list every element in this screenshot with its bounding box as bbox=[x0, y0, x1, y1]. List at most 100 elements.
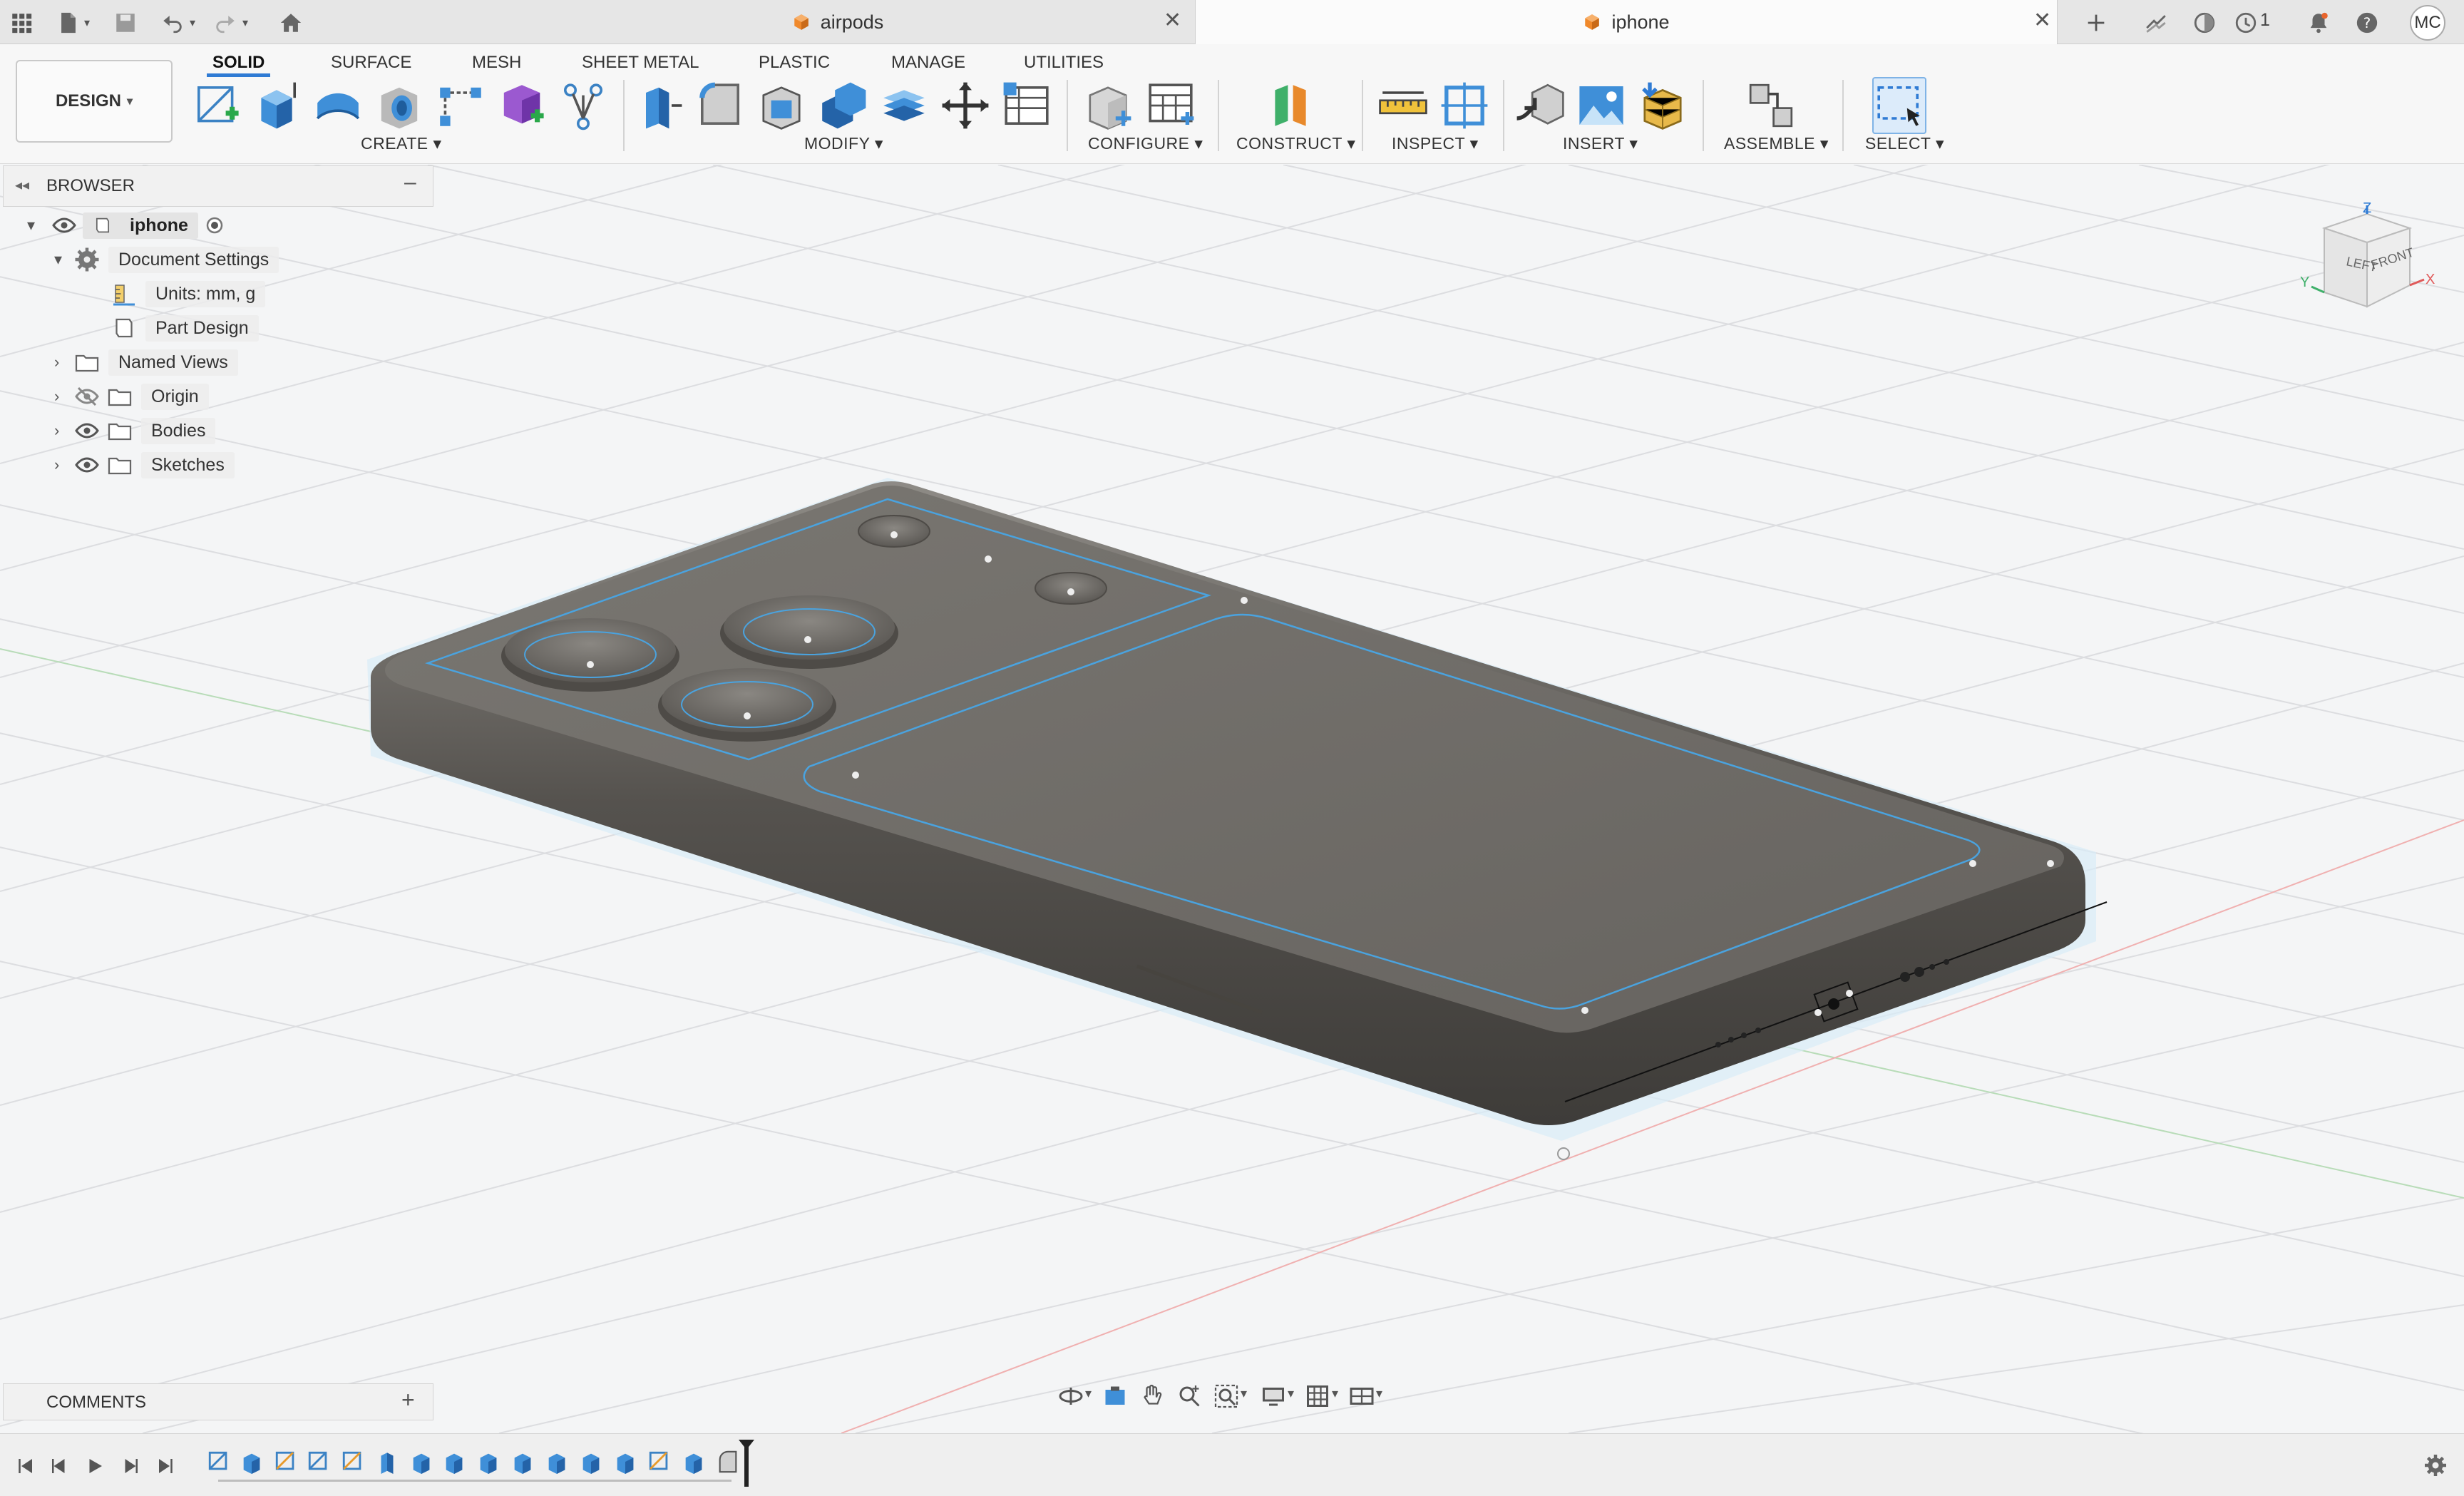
step-back-icon[interactable] bbox=[48, 1455, 70, 1477]
revolve-tool[interactable] bbox=[311, 77, 365, 134]
timeline-extrude-feature-icon[interactable] bbox=[682, 1450, 706, 1474]
assemble-group-label[interactable]: ASSEMBLE ▾ bbox=[1724, 134, 1829, 153]
create-sketch-tool[interactable] bbox=[190, 77, 244, 134]
home-icon[interactable] bbox=[277, 9, 305, 37]
timeline-extrude-feature-icon[interactable] bbox=[579, 1450, 603, 1474]
play-icon[interactable] bbox=[84, 1455, 106, 1477]
configure-tool[interactable] bbox=[1081, 77, 1135, 134]
zoom-caret-icon[interactable]: ▾ bbox=[1241, 1386, 1247, 1401]
tab-utilities[interactable]: UTILITIES bbox=[1018, 48, 1109, 77]
chevron-down-icon[interactable]: ▾ bbox=[27, 216, 46, 235]
configuration-table-tool[interactable] bbox=[1144, 77, 1198, 134]
timeline-settings-gear-icon[interactable] bbox=[2423, 1453, 2448, 1478]
online-status-icon[interactable] bbox=[2190, 9, 2219, 37]
new-tab-plus-icon[interactable] bbox=[2082, 9, 2110, 37]
timeline-extrude-feature-icon[interactable] bbox=[409, 1450, 433, 1474]
section-analysis-tool[interactable] bbox=[1437, 77, 1492, 134]
timeline-sketch-feature-icon[interactable] bbox=[341, 1450, 365, 1474]
inspect-group-label[interactable]: INSPECT ▾ bbox=[1392, 134, 1479, 153]
configure-group-label[interactable]: CONFIGURE ▾ bbox=[1088, 134, 1203, 153]
viewports-caret-icon[interactable]: ▾ bbox=[1376, 1386, 1382, 1401]
combine-tool[interactable] bbox=[816, 77, 870, 134]
add-comment-plus-icon[interactable]: + bbox=[401, 1387, 415, 1413]
modify-group-label[interactable]: MODIFY ▾ bbox=[804, 134, 883, 153]
step-forward-icon[interactable] bbox=[120, 1455, 141, 1477]
change-parameters-tool[interactable] bbox=[1000, 77, 1054, 134]
tree-document-settings[interactable]: ▾ Document Settings bbox=[54, 244, 279, 275]
timeline-extrude-feature-icon[interactable] bbox=[442, 1450, 466, 1474]
bell-icon[interactable] bbox=[2304, 9, 2333, 37]
press-pull-tool[interactable] bbox=[632, 77, 686, 134]
move-copy-tool[interactable] bbox=[938, 77, 992, 134]
timeline-press-pull-feature-icon[interactable] bbox=[375, 1450, 399, 1474]
timeline-extrude-feature-icon[interactable] bbox=[510, 1450, 535, 1474]
timeline-marker-head[interactable] bbox=[739, 1440, 754, 1450]
tree-origin[interactable]: › Origin bbox=[54, 381, 209, 412]
tab-surface[interactable]: SURFACE bbox=[325, 48, 417, 77]
look-at-icon[interactable] bbox=[1102, 1383, 1128, 1409]
document-tab-airpods[interactable]: airpods bbox=[485, 0, 1191, 44]
workspace-switcher-button[interactable]: DESIGN ▾ bbox=[16, 60, 173, 143]
timeline-sketch-feature-icon[interactable] bbox=[307, 1450, 331, 1474]
close-tab-airpods-icon[interactable]: ✕ bbox=[1164, 10, 1181, 31]
construct-group-label[interactable]: CONSTRUCT ▾ bbox=[1236, 134, 1355, 153]
timeline-extrude-feature-icon[interactable] bbox=[613, 1450, 637, 1474]
eye-icon[interactable] bbox=[51, 212, 77, 238]
zoom-icon[interactable] bbox=[1176, 1383, 1202, 1409]
eye-icon[interactable] bbox=[74, 452, 100, 478]
document-tab-iphone[interactable]: iphone bbox=[1195, 0, 2058, 44]
zoom-window-icon[interactable] bbox=[1213, 1383, 1239, 1409]
file-icon[interactable] bbox=[54, 9, 83, 37]
timeline-sketch-feature-icon[interactable] bbox=[274, 1450, 298, 1474]
undo-caret-icon[interactable]: ▾ bbox=[190, 16, 195, 30]
select-group-label[interactable]: SELECT ▾ bbox=[1865, 134, 1944, 153]
redo-icon[interactable] bbox=[211, 9, 240, 37]
grid-caret-icon[interactable]: ▾ bbox=[1332, 1386, 1338, 1401]
tab-plastic[interactable]: PLASTIC bbox=[753, 48, 836, 77]
job-status-icon[interactable] bbox=[2232, 9, 2260, 37]
tree-named-views[interactable]: › Named Views bbox=[54, 347, 238, 378]
close-tab-iphone-icon[interactable]: ✕ bbox=[2033, 10, 2051, 31]
chevron-right-icon[interactable]: › bbox=[54, 456, 73, 474]
insert-canvas-tool[interactable] bbox=[1574, 77, 1628, 134]
help-icon[interactable]: ? bbox=[2353, 9, 2381, 37]
insert-mesh-tool[interactable] bbox=[1636, 77, 1690, 134]
activate-radio-icon[interactable] bbox=[204, 215, 225, 236]
collapse-panel-icon[interactable]: ◂◂ bbox=[15, 176, 29, 194]
chevron-right-icon[interactable]: › bbox=[54, 387, 73, 406]
tab-mesh[interactable]: MESH bbox=[466, 48, 527, 77]
create-group-label[interactable]: CREATE ▾ bbox=[361, 134, 442, 153]
eye-icon[interactable] bbox=[74, 418, 100, 444]
timeline-marker[interactable] bbox=[744, 1444, 749, 1487]
timeline-extrude-feature-icon[interactable] bbox=[240, 1450, 264, 1474]
display-caret-icon[interactable]: ▾ bbox=[1288, 1386, 1294, 1401]
orbit-caret-icon[interactable]: ▾ bbox=[1085, 1386, 1092, 1401]
tab-sheet-metal[interactable]: SHEET METAL bbox=[576, 48, 704, 77]
tree-root-iphone[interactable]: ▾ iphone bbox=[27, 210, 225, 241]
chevron-right-icon[interactable]: › bbox=[54, 353, 73, 372]
construct-plane-tool[interactable] bbox=[1263, 77, 1318, 134]
extensions-icon[interactable] bbox=[2142, 9, 2170, 37]
tree-part-design[interactable]: Part Design bbox=[111, 312, 259, 344]
grid-settings-icon[interactable] bbox=[1305, 1383, 1330, 1409]
redo-caret-icon[interactable]: ▾ bbox=[242, 16, 248, 30]
eye-hidden-icon[interactable] bbox=[74, 384, 100, 409]
display-settings-icon[interactable] bbox=[1261, 1383, 1286, 1409]
app-grid-icon[interactable] bbox=[7, 9, 36, 37]
go-to-end-icon[interactable] bbox=[155, 1455, 177, 1477]
offset-face-tool[interactable] bbox=[877, 77, 931, 134]
insert-group-label[interactable]: INSERT ▾ bbox=[1563, 134, 1638, 153]
file-menu-caret-icon[interactable]: ▾ bbox=[84, 16, 90, 30]
timeline-extrude-feature-icon[interactable] bbox=[545, 1450, 569, 1474]
tab-solid[interactable]: SOLID bbox=[207, 48, 271, 77]
tab-manage[interactable]: MANAGE bbox=[885, 48, 971, 77]
measure-tool[interactable] bbox=[1376, 77, 1430, 134]
pattern-tool[interactable] bbox=[433, 77, 488, 134]
timeline-extrude-feature-icon[interactable] bbox=[476, 1450, 500, 1474]
timeline-sketch-feature-icon[interactable] bbox=[207, 1450, 231, 1474]
shell-tool[interactable] bbox=[754, 77, 808, 134]
insert-derive-tool[interactable] bbox=[1513, 77, 1567, 134]
tree-bodies[interactable]: › Bodies bbox=[54, 415, 216, 446]
orbit-icon[interactable] bbox=[1058, 1383, 1084, 1409]
canvas-viewport[interactable] bbox=[0, 165, 2464, 1433]
